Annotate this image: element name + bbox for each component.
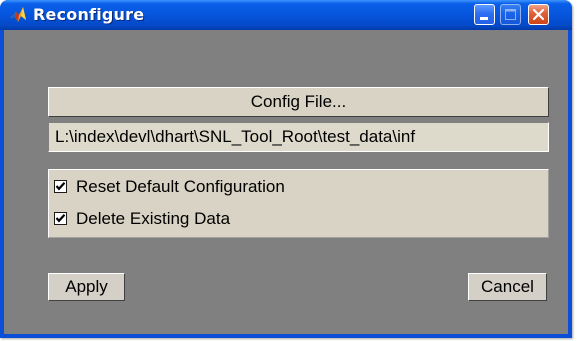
delete-existing-data-label: Delete Existing Data — [76, 209, 231, 228]
config-file-button[interactable]: Config File... — [48, 87, 549, 117]
title-bar[interactable]: Reconfigure — [0, 0, 572, 30]
close-button[interactable] — [528, 4, 549, 25]
maximize-button[interactable] — [500, 4, 521, 25]
reset-default-configuration-label: Reset Default Configuration — [76, 177, 285, 196]
matlab-icon — [9, 6, 27, 24]
cancel-button[interactable]: Cancel — [468, 273, 547, 301]
options-panel: Reset Default Configuration Delete Exist… — [48, 169, 549, 238]
close-icon — [532, 8, 545, 21]
checkmark-icon — [55, 214, 66, 223]
reset-default-configuration-checkbox[interactable] — [54, 180, 67, 193]
apply-button[interactable]: Apply — [48, 273, 125, 301]
dialog-client-area: Config File... L:\index\devl\dhart\SNL_T… — [4, 30, 568, 334]
reconfigure-dialog: Reconfigure Config File... L:\index\devl… — [0, 0, 572, 338]
delete-existing-data-checkbox[interactable] — [54, 212, 67, 225]
maximize-icon — [505, 9, 516, 20]
minimize-icon — [480, 17, 488, 20]
window-title: Reconfigure — [33, 5, 145, 24]
checkmark-icon — [55, 182, 66, 191]
minimize-button[interactable] — [474, 4, 495, 25]
config-path-field[interactable]: L:\index\devl\dhart\SNL_Tool_Root\test_d… — [48, 122, 549, 152]
